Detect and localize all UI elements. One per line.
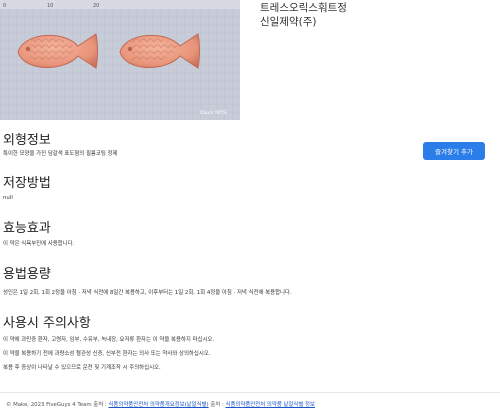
efficacy-title: 효능효과 [3,221,51,236]
ruler-label: 0 [3,3,6,9]
precautions-section: 사용시 주의사항 이 약에 과민증 환자, 고령자, 임부, 수유부, 녹내장,… [3,316,214,372]
precaution-line: 이 약에 과민증 환자, 고령자, 임부, 수유부, 녹내장, 요저류 환자는 … [3,337,215,343]
precaution-line: 복용 후 증상이 나타날 수 있으므로 운전 및 기계조작 시 주의하십시오. [3,365,161,371]
drug-name: 트레스오릭스훠트정 [260,2,347,14]
ruler-label: 10 [47,3,53,9]
dosage-text: 성인은 1일 2회, 1회 2정을 아침 · 저녁 식전에 8일간 복용하고, … [3,290,292,296]
precaution-line: 이 약을 복용하기 전에 과량소성 혈관성 신증, 신부전 환자는 의사 또는 … [3,351,211,357]
source-link-pill-identification[interactable]: 식품의약품안전처 의약품 낱알식별 정보 [226,402,315,408]
company-name: 신일제약(주) [260,16,317,28]
precautions-title: 사용시 주의사항 [3,316,91,331]
storage-title: 저장방법 [3,176,51,191]
pill-image: 0 10 20 Daum 여러도 [0,0,240,120]
ruler-label: 20 [93,3,99,9]
source-label: 출처 : [210,402,224,408]
dosage-title: 용법용량 [3,267,51,282]
storage-section: 저장방법 null [3,176,51,202]
appearance-text: 특이한 모양을 가진 담갈색 표도형의 필름코팅 정제 [3,151,118,157]
storage-text: null [3,195,13,201]
pill-photo: 0 10 20 Daum 여러도 [0,0,240,120]
source-label: 출처 : [93,402,107,408]
efficacy-text: 이 약은 식욕부진에 사용합니다. [3,241,75,247]
dosage-section: 용법용량 성인은 1일 2회, 1회 2정을 아침 · 저녁 식전에 8일간 복… [3,267,292,297]
add-favorite-button[interactable]: 즐겨찾기 추가 [423,142,485,160]
appearance-title: 외형정보 [3,133,51,148]
footer-divider [0,392,500,393]
efficacy-section: 효능효과 이 약은 식욕부진에 사용합니다. [3,221,74,248]
copyright: © Make, 2023 FiveGuys 4 Team [6,402,92,408]
footer: © Make, 2023 FiveGuys 4 Team 출처 : 식품의약품안… [6,400,315,408]
source-link-pill-overview[interactable]: 식품의약품안전처 의약품개요정보(낱알식별) [108,402,208,408]
watermark: Daum 여러도 [200,109,227,116]
appearance-section: 외형정보 특이한 모양을 가진 담갈색 표도형의 필름코팅 정제 [3,133,117,158]
